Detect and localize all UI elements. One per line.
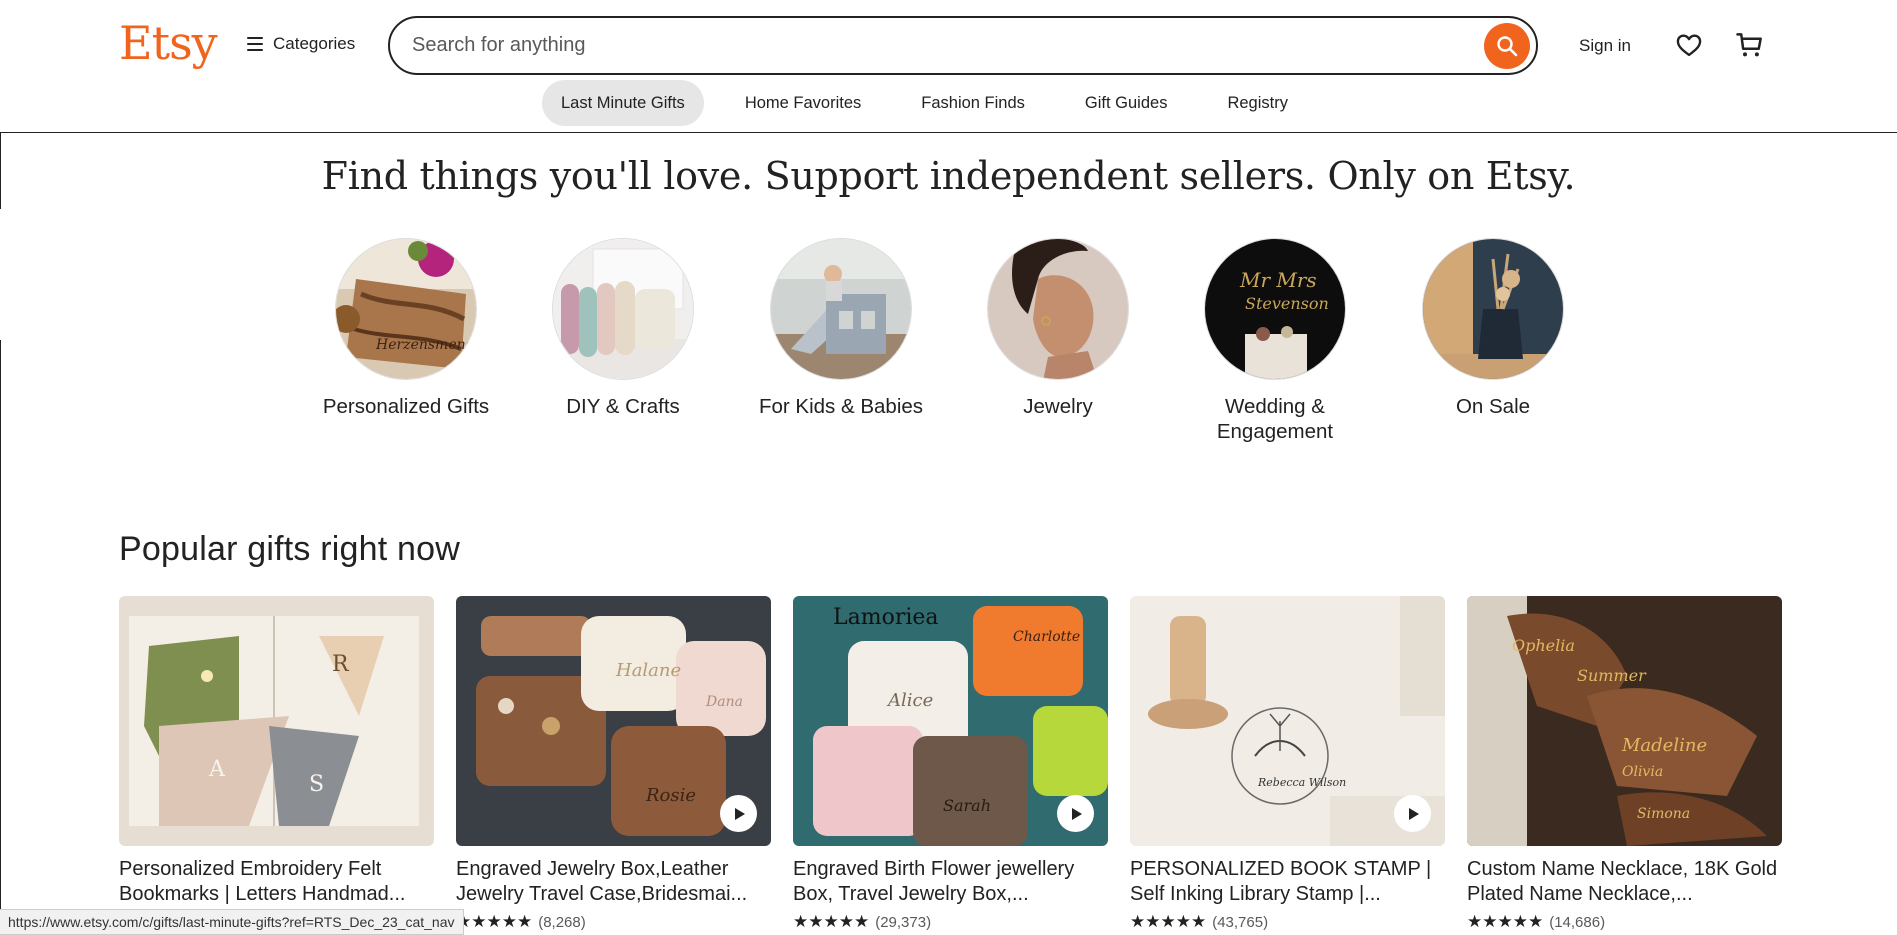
site-header: Etsy Categories Sign in Last Minute Gift… (0, 0, 1897, 133)
section-heading: Popular gifts right now (119, 530, 460, 568)
star-icon: ★★★★★ (1130, 912, 1207, 931)
subnav-home-favorites[interactable]: Home Favorites (726, 80, 880, 126)
category-image (770, 238, 912, 380)
cart-button[interactable] (1735, 30, 1765, 65)
category-wedding-engagement[interactable]: Mr Mrs Stevenson Wedding & Engagement (1203, 237, 1347, 444)
play-icon (734, 807, 745, 820)
left-edge-line (0, 340, 1, 910)
category-image: Mr Mrs Stevenson (1204, 238, 1346, 380)
hamburger-icon (247, 37, 263, 51)
search-bar (388, 16, 1538, 75)
listing-image: Rebecca Wilson (1130, 596, 1445, 846)
category-label: On Sale (1455, 395, 1531, 418)
categories-label: Categories (273, 34, 356, 53)
svg-text:Ophelia: Ophelia (1512, 636, 1575, 655)
play-video-button[interactable] (1394, 795, 1431, 832)
play-video-button[interactable] (1057, 795, 1094, 832)
listing-title: Custom Name Necklace, 18K Gold Plated Na… (1467, 858, 1778, 905)
play-icon (1408, 807, 1419, 820)
svg-text:Rebecca Wilson: Rebecca Wilson (1257, 776, 1346, 789)
subnav-registry[interactable]: Registry (1208, 80, 1307, 126)
category-label: Jewelry (1023, 395, 1093, 418)
svg-text:Olivia: Olivia (1622, 764, 1663, 780)
listing-image: Ophelia Summer Madeline Olivia Simona (1467, 596, 1782, 846)
svg-text:Halane: Halane (615, 660, 681, 681)
listing-card[interactable]: Rebecca Wilson PERSONALIZED BOOK STAMP |… (1130, 596, 1445, 932)
category-personalized-gifts[interactable]: Herzensmenschen Personalized Gifts (323, 237, 489, 419)
etsy-logo[interactable]: Etsy (119, 16, 218, 70)
listing-rating: ★★★★★ (43,765) (1130, 912, 1445, 932)
heart-icon (1676, 34, 1702, 57)
category-image (1422, 238, 1564, 380)
review-count: (14,686) (1549, 913, 1606, 931)
listing-card[interactable]: R A S Personalized Embroidery Felt Bookm… (119, 596, 434, 932)
category-on-sale[interactable]: On Sale (1421, 237, 1565, 419)
svg-text:Alice: Alice (886, 690, 933, 711)
search-input[interactable] (390, 18, 1450, 73)
sub-navigation: Last Minute Gifts Home Favorites Fashion… (542, 80, 1329, 126)
svg-text:S: S (309, 772, 324, 797)
listing-title: Engraved Birth Flower jewellery Box, Tra… (793, 858, 1075, 905)
search-button[interactable] (1484, 23, 1530, 69)
search-icon (1497, 36, 1518, 57)
star-icon: ★★★★★ (1467, 912, 1544, 931)
category-image (987, 238, 1129, 380)
category-image (552, 238, 694, 380)
star-icon: ★★★★★ (793, 912, 870, 931)
category-diy-crafts[interactable]: DIY & Crafts (551, 237, 695, 419)
svg-text:R: R (332, 652, 350, 677)
play-icon (1071, 807, 1082, 820)
categories-menu-button[interactable]: Categories (247, 34, 355, 54)
svg-text:Lamoriea: Lamoriea (833, 605, 939, 630)
listing-card[interactable]: Lamoriea Alice Charlotte Sarah Engraved … (793, 596, 1108, 932)
listing-card[interactable]: Halane Dana Rosie Engraved Jewelry Box,L… (456, 596, 771, 932)
review-count: (29,373) (875, 913, 932, 931)
listing-title: PERSONALIZED BOOK STAMP | Self Inking Li… (1130, 858, 1432, 905)
category-kids-babies[interactable]: For Kids & Babies (759, 237, 923, 419)
listing-title: Engraved Jewelry Box,Leather Jewelry Tra… (456, 858, 748, 905)
category-image: Herzensmenschen (335, 238, 477, 380)
svg-text:Charlotte: Charlotte (1013, 629, 1080, 645)
listing-rating: ★★★★★ (8,268) (456, 912, 771, 932)
svg-text:Madeline: Madeline (1621, 735, 1707, 756)
category-jewelry[interactable]: Jewelry (986, 237, 1130, 419)
browser-status-url: https://www.etsy.com/c/gifts/last-minute… (0, 909, 464, 935)
listing-card[interactable]: Ophelia Summer Madeline Olivia Simona Cu… (1467, 596, 1782, 932)
cart-icon (1736, 33, 1762, 57)
review-count: (8,268) (538, 913, 586, 931)
subnav-gift-guides[interactable]: Gift Guides (1066, 80, 1187, 126)
category-label: Personalized Gifts (322, 395, 490, 418)
category-label: For Kids & Babies (758, 395, 924, 418)
subnav-last-minute-gifts[interactable]: Last Minute Gifts (542, 80, 704, 126)
svg-text:Mr Mrs: Mr Mrs (1239, 268, 1317, 292)
hero-headline: Find things you'll love. Support indepen… (321, 154, 1576, 198)
review-count: (43,765) (1212, 913, 1269, 931)
listing-image: Lamoriea Alice Charlotte Sarah (793, 596, 1108, 846)
listing-rating: ★★★★★ (29,373) (793, 912, 1108, 932)
play-video-button[interactable] (720, 795, 757, 832)
listing-title: Personalized Embroidery Felt Bookmarks |… (119, 858, 406, 905)
listing-rating: ★★★★★ (14,686) (1467, 912, 1782, 932)
svg-text:Herzensmenschen: Herzensmenschen (375, 337, 477, 353)
star-icon: ★★★★★ (456, 912, 533, 931)
sign-in-link[interactable]: Sign in (1579, 36, 1631, 56)
listing-image: Halane Dana Rosie (456, 596, 771, 846)
svg-text:Stevenson: Stevenson (1245, 294, 1329, 313)
svg-text:Summer: Summer (1577, 666, 1647, 685)
favorites-button[interactable] (1675, 31, 1703, 64)
svg-text:Simona: Simona (1637, 806, 1690, 822)
svg-text:Sarah: Sarah (943, 796, 991, 815)
category-label: Wedding & Engagement (1216, 395, 1334, 443)
svg-text:Rosie: Rosie (645, 785, 696, 806)
listing-image: R A S (119, 596, 434, 846)
svg-text:A: A (208, 757, 226, 782)
svg-text:Dana: Dana (705, 694, 743, 710)
subnav-fashion-finds[interactable]: Fashion Finds (902, 80, 1044, 126)
category-label: DIY & Crafts (566, 395, 680, 418)
